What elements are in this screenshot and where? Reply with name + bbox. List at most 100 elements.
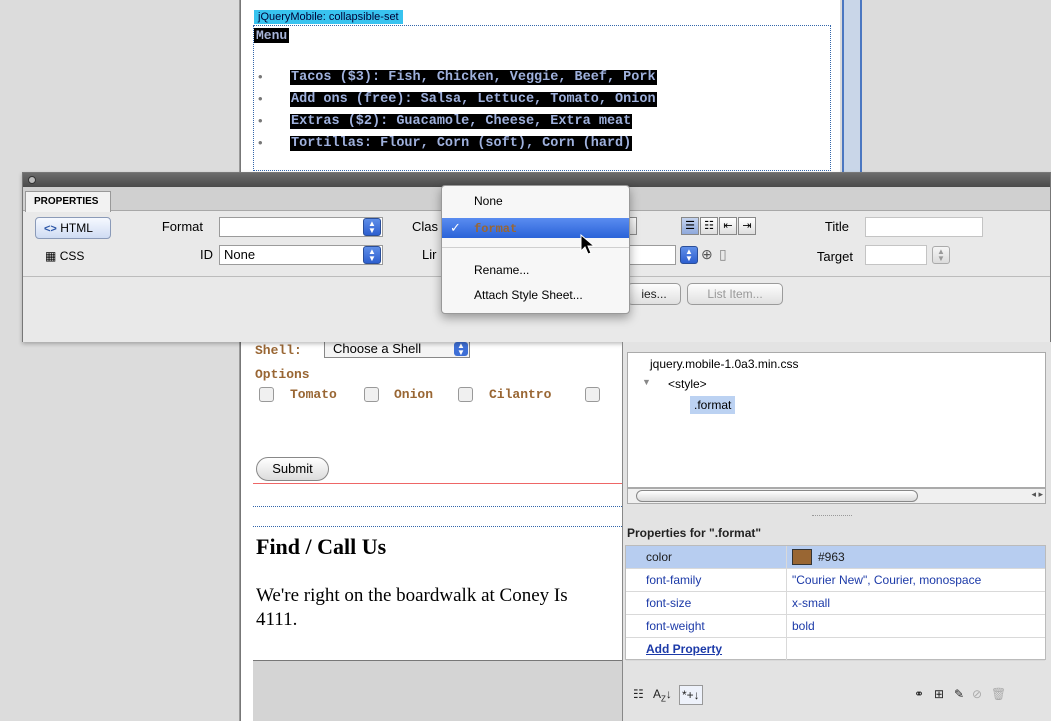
menu-item-format[interactable]: ✓ format bbox=[442, 218, 629, 238]
form-end-line bbox=[253, 483, 622, 484]
mouse-pointer-icon bbox=[580, 234, 596, 255]
submit-button[interactable]: Submit bbox=[256, 457, 329, 481]
tab-properties[interactable]: PROPERTIES bbox=[25, 191, 111, 212]
target-field[interactable] bbox=[865, 245, 927, 265]
id-select-arrows-icon[interactable]: ▲ ▼ bbox=[363, 246, 381, 264]
alpha-view-icon[interactable]: AZ↓ bbox=[653, 685, 672, 708]
html-mode-label: HTML bbox=[60, 221, 93, 235]
section-divider bbox=[253, 526, 622, 527]
find-body: We're right on the boardwalk at Coney Is… bbox=[256, 584, 622, 632]
design-canvas-margin-left bbox=[0, 0, 240, 721]
select-arrows-icon: ▲ ▼ bbox=[454, 342, 468, 357]
edit-rule-icon[interactable]: ✎ bbox=[954, 685, 964, 703]
option-label-tomato: Tomato bbox=[290, 387, 337, 402]
shell-select-value: Choose a Shell bbox=[333, 341, 422, 356]
column-separator bbox=[786, 569, 787, 591]
tree-item-stylesheet[interactable]: jquery.mobile-1.0a3.min.css bbox=[650, 357, 799, 371]
class-label: Clas bbox=[412, 219, 439, 234]
menu-list: Tacos ($3): Fish, Chicken, Veggie, Beef,… bbox=[258, 68, 657, 156]
unordered-list-icon[interactable]: ☰ bbox=[681, 217, 699, 235]
menu-item-text: Tacos ($3): Fish, Chicken, Veggie, Beef,… bbox=[290, 70, 657, 85]
css-rules-tree[interactable] bbox=[627, 352, 1046, 488]
format-select-arrows-icon[interactable]: ▲ ▼ bbox=[363, 218, 381, 236]
column-separator bbox=[786, 592, 787, 614]
property-value[interactable]: "Courier New", Courier, monospace bbox=[788, 569, 981, 591]
list-item: Tacos ($3): Fish, Chicken, Veggie, Beef,… bbox=[258, 68, 657, 90]
menu-item-rename[interactable]: Rename... bbox=[442, 260, 629, 280]
add-property-link[interactable]: Add Property bbox=[646, 638, 722, 660]
property-value[interactable]: bold bbox=[788, 615, 815, 637]
color-swatch[interactable] bbox=[792, 548, 812, 565]
property-name: font-size bbox=[646, 596, 692, 610]
tree-item-style[interactable]: <style> bbox=[668, 377, 707, 391]
set-properties-view-icon[interactable]: *+↓ bbox=[679, 685, 703, 705]
properties-table: color #963 font-family "Courier New", Co… bbox=[625, 545, 1046, 661]
close-icon[interactable] bbox=[28, 176, 36, 184]
table-row[interactable]: color #963 bbox=[626, 546, 1045, 569]
menu-item-text: Tortillas: Flour, Corn (soft), Corn (har… bbox=[290, 136, 633, 151]
category-view-icon[interactable]: ☷ bbox=[633, 685, 644, 703]
table-row[interactable]: font-family "Courier New", Courier, mono… bbox=[626, 569, 1045, 592]
list-item-button[interactable]: List Item... bbox=[687, 283, 783, 305]
list-item: Tortillas: Flour, Corn (soft), Corn (har… bbox=[258, 134, 657, 156]
class-dropdown-menu: None ✓ format Rename... Attach Style She… bbox=[441, 185, 630, 314]
disable-property-icon[interactable]: ⊘ bbox=[972, 685, 982, 703]
id-select[interactable]: None bbox=[219, 245, 383, 265]
table-row[interactable]: Add Property bbox=[626, 638, 1045, 661]
tree-item-format-rule[interactable]: .format bbox=[690, 396, 736, 414]
link-select-arrows-icon[interactable]: ▲ ▼ bbox=[680, 246, 698, 264]
checkbox-option-4[interactable] bbox=[585, 387, 600, 402]
checkbox-tomato[interactable] bbox=[259, 387, 274, 402]
css-mode-label: CSS bbox=[59, 249, 85, 263]
options-label: Options bbox=[255, 367, 310, 382]
css-mode-button[interactable]: ▦ CSS bbox=[35, 245, 111, 267]
table-row[interactable]: font-weight bold bbox=[626, 615, 1045, 638]
collapsible-set-tag[interactable]: jQueryMobile: collapsible-set bbox=[254, 10, 403, 24]
column-separator bbox=[786, 615, 787, 637]
shell-label: Shell: bbox=[255, 343, 302, 358]
disclosure-triangle-icon[interactable]: ▼ bbox=[642, 377, 651, 387]
checkmark-icon: ✓ bbox=[450, 220, 461, 235]
property-value[interactable]: x-small bbox=[788, 592, 830, 614]
resize-grip[interactable] bbox=[812, 515, 852, 518]
scrollbar-thumb[interactable] bbox=[636, 490, 918, 502]
menu-item-attach-style-sheet[interactable]: Attach Style Sheet... bbox=[442, 285, 629, 305]
checkbox-onion[interactable] bbox=[364, 387, 379, 402]
shell-select[interactable]: Choose a Shell ▲ ▼ bbox=[324, 340, 470, 358]
outdent-icon[interactable]: ⇤ bbox=[719, 217, 737, 235]
css-panel-footer: ☷ AZ↓ *+↓ ⚭ ⊞ ✎ ⊘ 🗑 bbox=[627, 685, 1046, 709]
property-name: color bbox=[646, 550, 673, 564]
html-mode-button[interactable]: <> HTML bbox=[35, 217, 111, 239]
trash-icon[interactable]: 🗑 bbox=[991, 685, 1006, 703]
page-properties-button[interactable]: ies... bbox=[627, 283, 681, 305]
checkbox-cilantro[interactable] bbox=[458, 387, 473, 402]
format-select[interactable] bbox=[219, 217, 383, 237]
scroll-arrows-icon[interactable]: ◂ ▸ bbox=[993, 489, 1043, 503]
menu-item-format-label: format bbox=[474, 222, 518, 236]
browse-folder-icon[interactable]: ▯ bbox=[719, 246, 727, 263]
ordered-list-icon[interactable]: ☷ bbox=[700, 217, 718, 235]
point-to-file-icon[interactable]: ⊕ bbox=[701, 246, 713, 263]
column-separator bbox=[786, 638, 787, 660]
design-canvas-margin-right bbox=[862, 0, 1051, 172]
menu-item-none[interactable]: None bbox=[442, 191, 629, 211]
property-value[interactable]: #963 bbox=[788, 546, 845, 568]
table-row[interactable]: font-size x-small bbox=[626, 592, 1045, 615]
color-value: #963 bbox=[818, 550, 845, 564]
link-label: Lir bbox=[422, 247, 437, 262]
title-label: Title bbox=[824, 219, 849, 234]
target-select-arrows-icon[interactable]: ▲ ▼ bbox=[932, 246, 950, 264]
property-name: font-family bbox=[646, 573, 702, 587]
title-field[interactable] bbox=[865, 217, 983, 237]
indent-icon[interactable]: ⇥ bbox=[738, 217, 756, 235]
list-item: Extras ($2): Guacamole, Cheese, Extra me… bbox=[258, 112, 657, 134]
option-label-cilantro: Cilantro bbox=[489, 387, 552, 402]
attach-style-sheet-icon[interactable]: ⚭ bbox=[914, 685, 924, 703]
find-heading: Find / Call Us bbox=[256, 534, 387, 559]
new-css-rule-icon[interactable]: ⊞ bbox=[934, 685, 944, 703]
design-selection-column bbox=[842, 0, 862, 172]
list-item: Add ons (free): Salsa, Lettuce, Tomato, … bbox=[258, 90, 657, 112]
find-body-line: 4111. bbox=[256, 609, 298, 630]
code-icon: <> bbox=[44, 223, 57, 235]
properties-for-heading: Properties for ".format" bbox=[627, 526, 762, 540]
